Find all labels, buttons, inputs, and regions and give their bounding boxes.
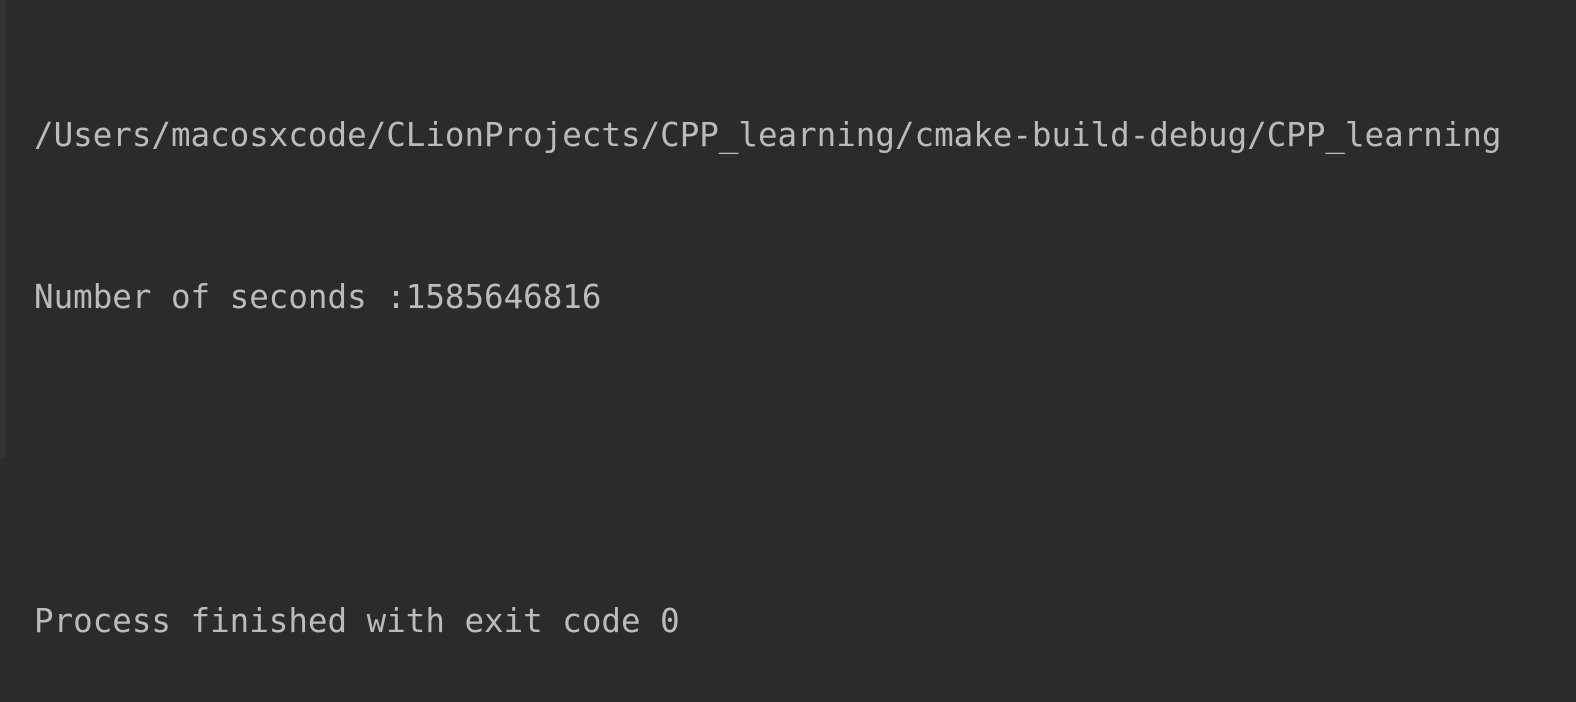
run-console-output[interactable]: /Users/macosxcode/CLionProjects/CPP_lear… (34, 0, 1502, 702)
console-line-program-output: Number of seconds :1585646816 (34, 278, 602, 316)
console-line-exit-status: Process finished with exit code 0 (34, 602, 680, 640)
console-line-executable-path: /Users/macosxcode/CLionProjects/CPP_lear… (34, 116, 1502, 154)
console-gutter (0, 0, 6, 458)
